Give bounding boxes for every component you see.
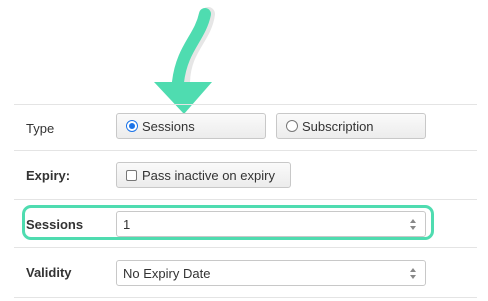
sessions-option-label: Sessions: [142, 118, 195, 134]
sessions-radio-button[interactable]: Sessions: [116, 113, 266, 139]
pass-inactive-label: Pass inactive on expiry: [142, 167, 275, 183]
subscription-radio-button[interactable]: Subscription: [276, 113, 426, 139]
type-row: Type Sessions Subscription: [14, 104, 477, 151]
validity-label: Validity: [26, 265, 72, 280]
checkbox-icon: [126, 169, 137, 181]
expiry-label: Expiry:: [26, 168, 71, 183]
radio-selected-icon: [126, 120, 138, 132]
pass-inactive-checkbox-button[interactable]: Pass inactive on expiry: [116, 162, 291, 188]
validity-value: No Expiry Date: [123, 265, 211, 281]
validity-row: Validity No Expiry Date: [14, 247, 477, 298]
sessions-highlight-box: [22, 205, 434, 240]
expiry-row: Expiry: Pass inactive on expiry: [14, 150, 477, 200]
subscription-option-label: Subscription: [302, 118, 374, 134]
select-updown-icon: [410, 268, 416, 279]
radio-unselected-icon: [286, 120, 298, 132]
type-label: Type: [26, 121, 55, 136]
validity-select[interactable]: No Expiry Date: [116, 260, 426, 286]
